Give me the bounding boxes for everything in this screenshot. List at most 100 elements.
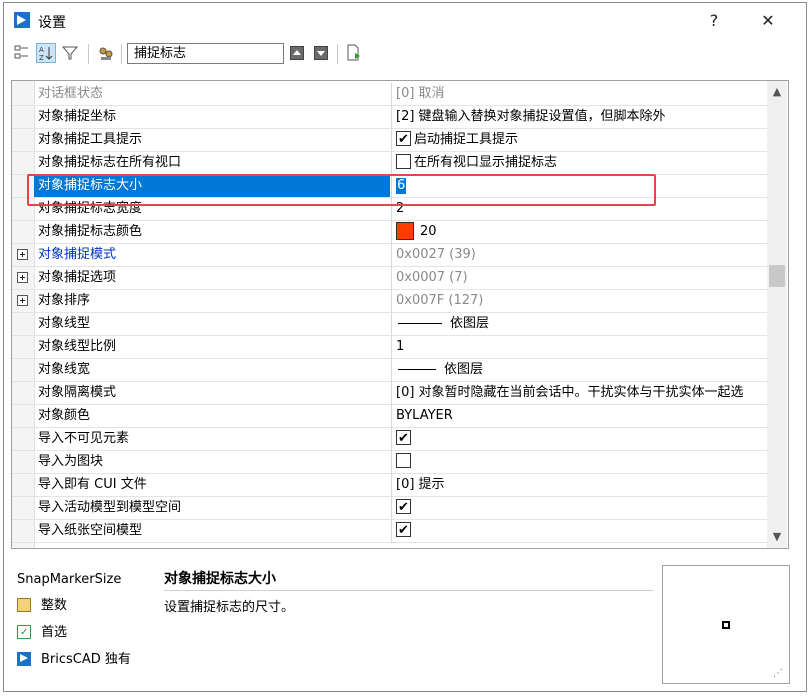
table-row[interactable]: 对象线型比例 1	[12, 336, 768, 359]
table-row[interactable]: 对象捕捉坐标 [2] 键盘输入替换对象捕捉设置值，但脚本除外	[12, 106, 768, 129]
property-value[interactable]: 2	[396, 198, 768, 220]
search-input[interactable]: 捕捉标志	[127, 43, 284, 64]
table-row[interactable]: 导入纸张空间模型	[12, 520, 768, 543]
edit-text[interactable]: 6	[396, 178, 407, 194]
scroll-down-icon[interactable]: ▼	[767, 528, 787, 546]
property-value[interactable]: [2] 键盘输入替换对象捕捉设置值，但脚本除外	[396, 106, 768, 128]
description-title: 对象捕捉标志大小	[164, 571, 276, 587]
description-text: 设置捕捉标志的尺寸。	[164, 600, 295, 615]
linetype-label: 依图层	[450, 316, 490, 331]
property-value[interactable]: [0] 提示	[396, 474, 768, 496]
property-name: 对象捕捉坐标	[38, 109, 117, 124]
property-value-cell: 启动捕捉工具提示	[396, 129, 768, 151]
help-button[interactable]: ?	[700, 9, 728, 33]
property-value-cell: 在所有视口显示捕捉标志	[396, 152, 768, 174]
divider	[164, 590, 654, 591]
color-swatch	[396, 221, 414, 240]
property-name: 对象捕捉选项	[38, 270, 117, 285]
resize-grip-icon[interactable]: ⋰	[773, 668, 783, 679]
table-row[interactable]: 对象排序 0x007F (127)	[12, 290, 768, 313]
color-index: 20	[420, 224, 437, 239]
table-row[interactable]: 对象捕捉标志宽度 2	[12, 198, 768, 221]
scroll-thumb[interactable]	[769, 265, 785, 287]
property-name: 对象捕捉标志在所有视口	[38, 155, 182, 170]
search-settings-icon[interactable]	[96, 43, 116, 63]
table-row[interactable]: 对象颜色 BYLAYER	[12, 405, 768, 428]
expand-icon[interactable]	[17, 249, 28, 260]
svg-text:Z: Z	[39, 54, 44, 62]
table-row-selected[interactable]: 对象捕捉标志大小 6	[12, 175, 768, 198]
property-name: 对象捕捉标志颜色	[38, 224, 143, 239]
description-panel: SnapMarkerSize 整数 首选 BricsCAD 独有 对象捕捉标志大…	[11, 562, 656, 684]
checkbox[interactable]	[396, 520, 411, 542]
vertical-scrollbar[interactable]: ▲ ▼	[767, 81, 787, 548]
linetype-sample	[398, 323, 442, 324]
dialog-title: 设置	[38, 15, 66, 31]
property-value-cell[interactable]: 20	[396, 221, 768, 243]
close-button[interactable]: ✕	[754, 9, 782, 33]
table-row[interactable]: 对象线宽 依图层	[12, 359, 768, 382]
table-row[interactable]: 对象捕捉标志在所有视口 在所有视口显示捕捉标志	[12, 152, 768, 175]
scroll-up-icon[interactable]: ▲	[767, 83, 787, 101]
expand-icon[interactable]	[17, 272, 28, 283]
app-logo-icon	[14, 12, 30, 28]
expand-icon[interactable]	[17, 295, 28, 306]
checkbox[interactable]	[396, 453, 411, 468]
table-row[interactable]: 导入不可见元素	[12, 428, 768, 451]
table-row[interactable]: 导入为图块	[12, 451, 768, 474]
table-row[interactable]: 对象隔离模式 [0] 对象暂时隐藏在当前会话中。干扰实体与干扰实体一起选	[12, 382, 768, 405]
checkbox-label: 在所有视口显示捕捉标志	[414, 155, 558, 170]
property-value-editor[interactable]: 6	[396, 175, 768, 197]
property-value-cell[interactable]: 依图层	[396, 313, 768, 335]
property-value-cell[interactable]: 依图层	[396, 359, 768, 381]
export-icon[interactable]	[344, 43, 364, 63]
toolbar: AZ 捕捉标志	[4, 37, 806, 71]
property-value-cell	[396, 451, 768, 473]
table-row[interactable]: 对象捕捉选项 0x0007 (7)	[12, 267, 768, 290]
property-value-cell	[396, 497, 768, 519]
lineweight-sample	[398, 369, 436, 370]
alphabetical-sort-icon[interactable]: AZ	[36, 43, 56, 63]
table-row[interactable]: 对象捕捉标志颜色 20	[12, 221, 768, 244]
categorized-view-icon[interactable]	[12, 43, 32, 63]
property-name: 对象排序	[38, 293, 91, 308]
setting-type-label: 整数	[41, 598, 68, 613]
property-name: 对象线型比例	[38, 339, 117, 354]
find-previous-icon[interactable]	[290, 46, 304, 60]
property-value: [0] 取消	[396, 86, 445, 101]
preference-icon	[17, 623, 31, 643]
table-row[interactable]: 对象捕捉模式 0x0027 (39)	[12, 244, 768, 267]
checkbox[interactable]	[396, 154, 411, 169]
property-name: 导入不可见元素	[38, 431, 130, 446]
checkbox[interactable]	[396, 497, 411, 519]
property-name: 对象线宽	[38, 362, 91, 377]
table-row[interactable]: 对象捕捉工具提示 启动捕捉工具提示	[12, 129, 768, 152]
property-name: 导入即有 CUI 文件	[38, 477, 147, 492]
setting-type: 整数	[17, 596, 67, 616]
table-row[interactable]: 对话框状态 [0] 取消	[12, 83, 768, 106]
integer-type-icon	[17, 597, 31, 612]
property-value-cell	[396, 520, 768, 542]
table-row[interactable]: 对象线型 依图层	[12, 313, 768, 336]
bricscad-icon	[17, 651, 31, 666]
table-row[interactable]: 导入即有 CUI 文件 [0] 提示	[12, 474, 768, 497]
lineweight-label: 依图层	[444, 362, 484, 377]
property-value[interactable]: [0] 对象暂时隐藏在当前会话中。干扰实体与干扰实体一起选	[396, 382, 768, 404]
toolbar-separator	[121, 44, 122, 64]
property-value: 0x007F (127)	[396, 293, 484, 308]
property-name: 对象捕捉标志宽度	[38, 201, 143, 216]
property-value: 0x0007 (7)	[396, 270, 468, 285]
find-next-icon[interactable]	[314, 46, 328, 60]
filter-icon[interactable]	[60, 43, 80, 63]
property-value[interactable]: 1	[396, 336, 768, 358]
property-name: 对话框状态	[38, 86, 104, 101]
property-value[interactable]: BYLAYER	[396, 405, 768, 427]
table-row[interactable]: 导入活动模型到模型空间	[12, 497, 768, 520]
checkbox[interactable]	[396, 428, 411, 450]
property-name: 导入活动模型到模型空间	[38, 500, 182, 515]
checkbox[interactable]	[396, 129, 411, 151]
svg-text:A: A	[39, 46, 44, 54]
property-name: 对象隔离模式	[38, 385, 117, 400]
setting-variable-name: SnapMarkerSize	[17, 572, 122, 587]
property-value: 0x0027 (39)	[396, 247, 476, 262]
